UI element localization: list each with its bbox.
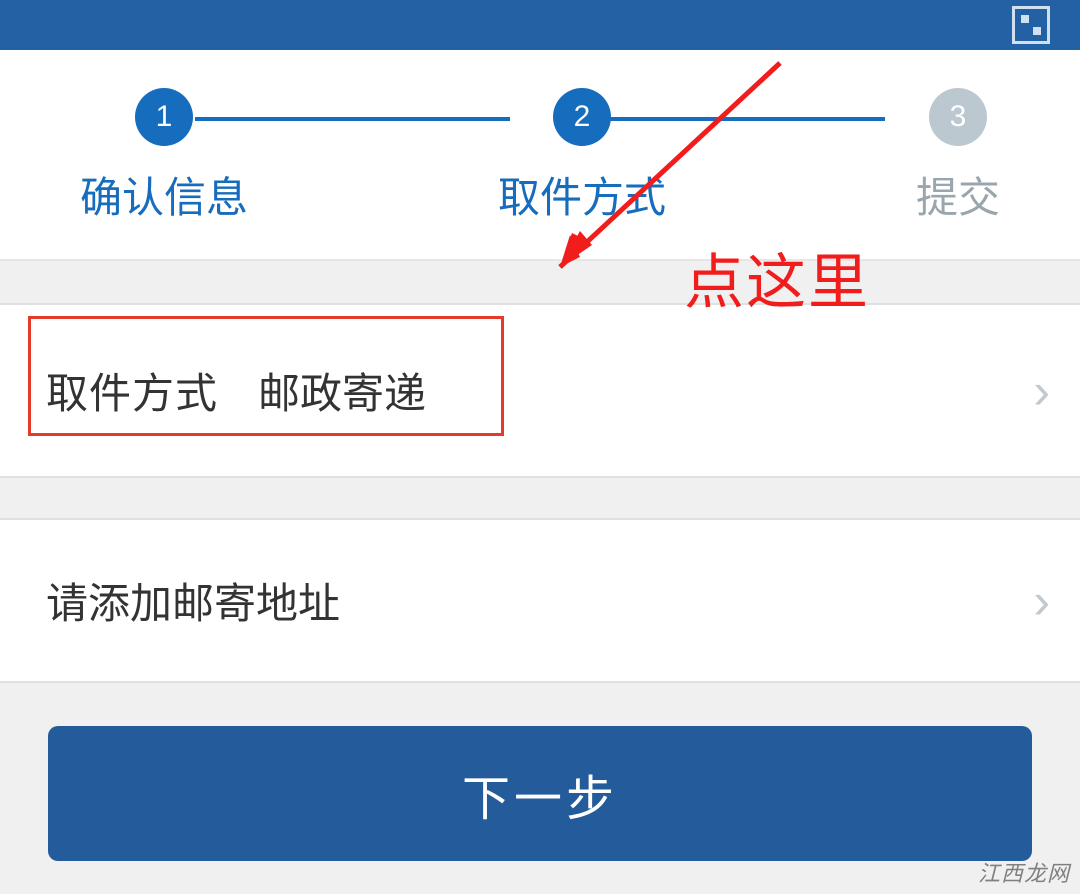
step-1-circle: 1 (135, 88, 193, 146)
pickup-method-value: 邮政寄递 (258, 360, 426, 421)
qr-icon[interactable] (1012, 6, 1050, 44)
title-bar (0, 0, 1080, 50)
progress-steps: 1 确认信息 2 取件方式 3 提交 (0, 50, 1080, 261)
add-address-row[interactable]: 请添加邮寄地址 › (0, 518, 1080, 683)
step-3: 3 提交 (916, 88, 1000, 225)
pickup-method-label: 取件方式 (46, 360, 218, 421)
next-button[interactable]: 下一步 (48, 726, 1032, 861)
step-3-circle: 3 (929, 88, 987, 146)
step-1-label: 确认信息 (80, 164, 248, 225)
step-3-label: 提交 (916, 164, 1000, 225)
step-2-circle: 2 (553, 88, 611, 146)
chevron-right-icon: › (1033, 362, 1050, 420)
step-2-label: 取件方式 (498, 164, 666, 225)
watermark: 江西龙网 (978, 856, 1070, 888)
chevron-right-icon: › (1033, 572, 1050, 630)
step-2: 2 取件方式 (498, 88, 666, 225)
step-1: 1 确认信息 (80, 88, 248, 225)
pickup-method-row[interactable]: 取件方式 邮政寄递 › (0, 303, 1080, 478)
add-address-placeholder: 请添加邮寄地址 (46, 570, 340, 631)
